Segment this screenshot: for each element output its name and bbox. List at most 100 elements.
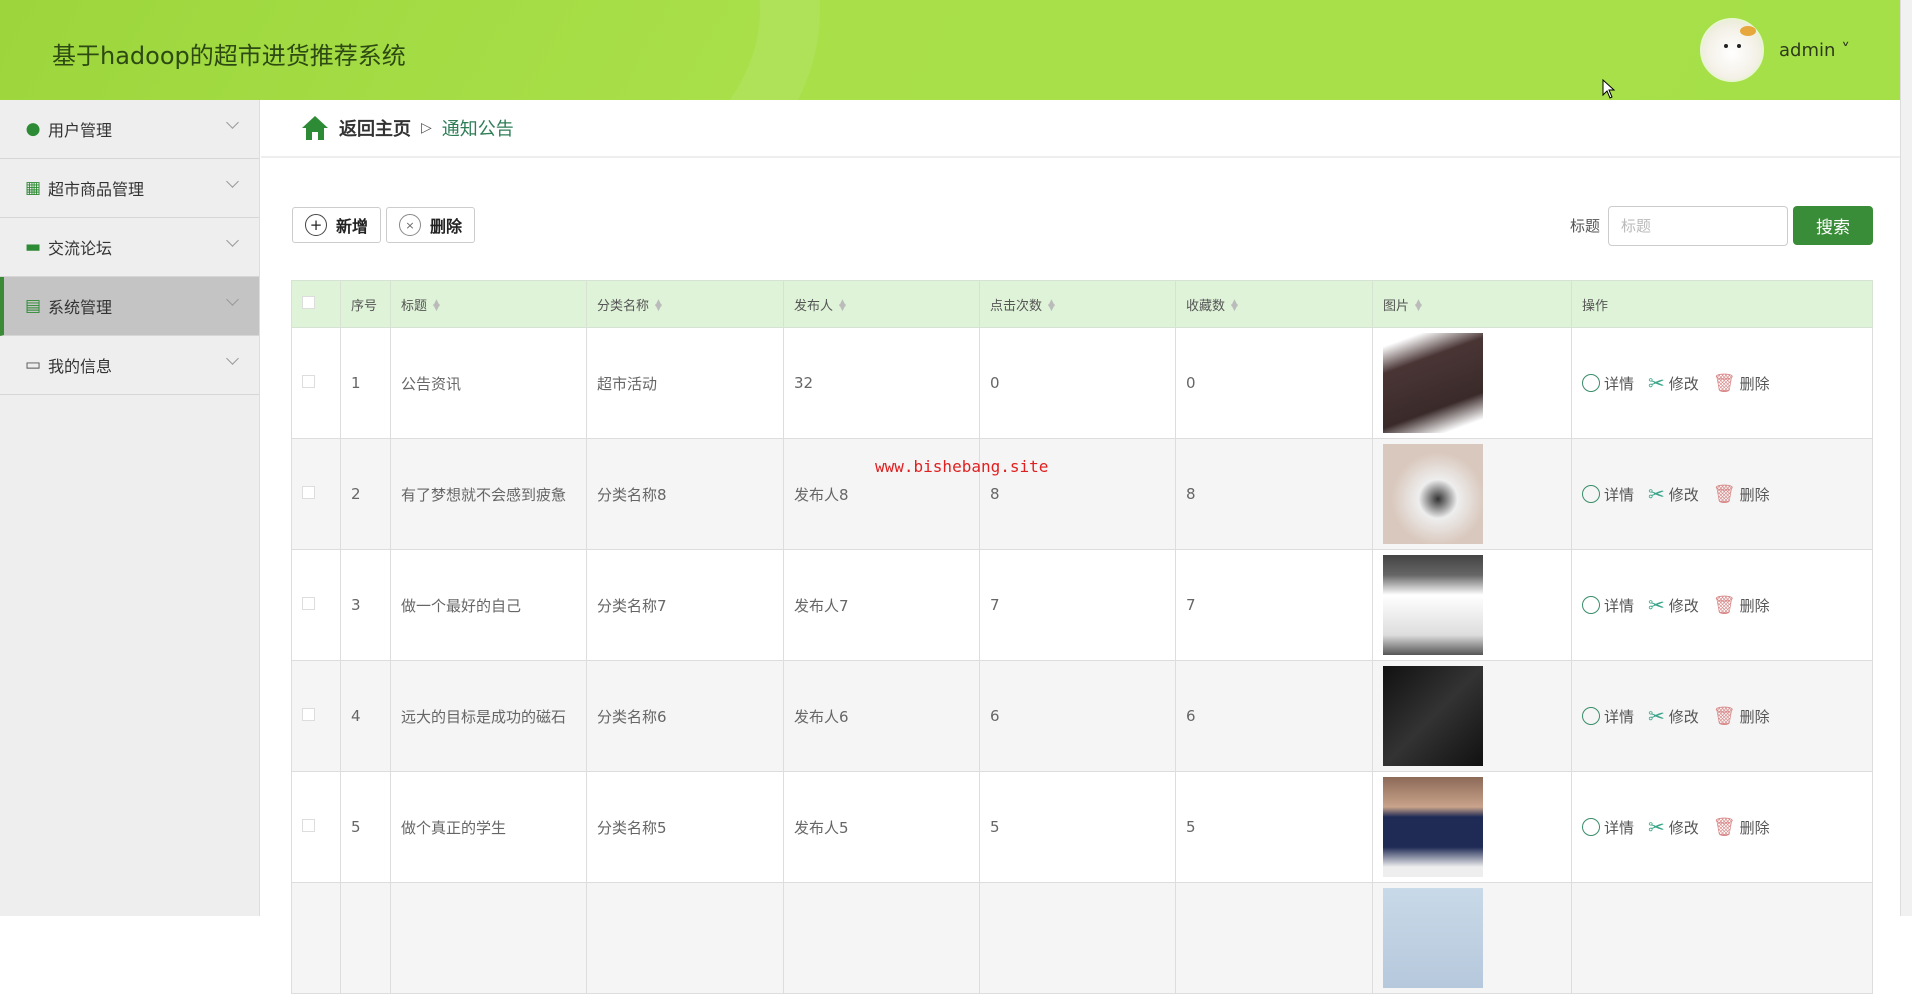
row-select-cell xyxy=(291,771,341,883)
trash-icon: 🗑 xyxy=(1712,816,1736,838)
add-button[interactable]: + 新增 xyxy=(292,207,382,243)
tools-icon: ✂ xyxy=(1648,371,1665,395)
cell-category: 分类名称6 xyxy=(586,660,784,772)
sort-icon[interactable]: ▲ ▼ xyxy=(1231,299,1238,313)
table-row: 3 做一个最好的自己 分类名称7 发布人7 7 7 详情 ✂ 修改 🗑 删除 xyxy=(291,549,1873,661)
sort-icon[interactable]: ▲ ▼ xyxy=(1048,299,1055,313)
delete-row-button[interactable]: 🗑 删除 xyxy=(1713,706,1770,727)
column-header-label: 分类名称 xyxy=(597,298,650,314)
sidebar-item-forum[interactable]: ▬ 交流论坛 xyxy=(0,218,259,277)
edit-button[interactable]: ✂ 修改 xyxy=(1648,593,1699,617)
delete-row-button[interactable]: 🗑 删除 xyxy=(1713,484,1770,505)
table-row: 1 公告资讯 超市活动 32 0 0 详情 ✂ 修改 🗑 删除 xyxy=(291,327,1873,439)
row-checkbox[interactable] xyxy=(302,375,315,388)
sidebar-item-label: 我的信息 xyxy=(48,357,113,376)
detail-button[interactable]: 详情 xyxy=(1582,373,1634,394)
sidebar-item-system-management[interactable]: ▤ 系统管理 xyxy=(0,277,259,336)
cell-publisher: 发布人8 xyxy=(783,438,980,550)
delete-button[interactable]: × 删除 xyxy=(386,207,476,243)
cell-clicks: 5 xyxy=(979,771,1176,883)
title-search-input[interactable] xyxy=(1608,206,1788,246)
detail-button[interactable]: 详情 xyxy=(1582,484,1634,505)
cell-no: 2 xyxy=(340,438,391,550)
column-header[interactable]: 收藏数 ▲ ▼ xyxy=(1175,280,1373,328)
cell-title: 远大的目标是成功的磁石 xyxy=(390,660,587,772)
cell-clicks: 6 xyxy=(979,660,1176,772)
home-icon[interactable] xyxy=(301,115,329,141)
cell-publisher: 发布人6 xyxy=(783,660,980,772)
product-image[interactable] xyxy=(1383,555,1483,655)
notice-table: 序号 标题 ▲ ▼ 分类名称 ▲ ▼ 发布人 ▲ ▼ 点击次数 ▲ ▼ 收藏数 ▲ ▼ 图片 ▲ ▼ 操… xyxy=(291,280,1873,994)
watermark: www.bishebang.site xyxy=(875,457,1049,476)
breadcrumb-home[interactable]: 返回主页 xyxy=(339,115,411,141)
sidebar-item-user-management[interactable]: ● 用户管理 xyxy=(0,100,259,159)
delete-row-button[interactable]: 🗑 删除 xyxy=(1713,595,1770,616)
sort-icon[interactable]: ▲ ▼ xyxy=(433,299,440,313)
cell-actions: 详情 ✂ 修改 🗑 删除 xyxy=(1571,660,1873,772)
select-all-cell xyxy=(291,280,341,328)
edit-button[interactable]: ✂ 修改 xyxy=(1648,482,1699,506)
cell-actions: 详情 ✂ 修改 🗑 删除 xyxy=(1571,549,1873,661)
product-image[interactable] xyxy=(1383,666,1483,766)
detail-label: 详情 xyxy=(1604,596,1635,615)
cell-favs: 8 xyxy=(1175,438,1373,550)
chevron-down-icon xyxy=(226,234,239,247)
row-checkbox[interactable] xyxy=(302,597,315,610)
delete-label: 删除 xyxy=(1739,707,1770,726)
delete-label: 删除 xyxy=(430,217,463,236)
detail-button[interactable]: 详情 xyxy=(1582,817,1634,838)
search-detail-icon xyxy=(1582,485,1600,503)
column-header[interactable]: 分类名称 ▲ ▼ xyxy=(586,280,784,328)
edit-button[interactable]: ✂ 修改 xyxy=(1648,371,1699,395)
detail-label: 详情 xyxy=(1604,485,1635,504)
user-menu[interactable]: admin ˅ xyxy=(1779,40,1850,61)
detail-button[interactable]: 详情 xyxy=(1582,706,1634,727)
detail-button[interactable]: 详情 xyxy=(1582,595,1634,616)
sort-icon[interactable]: ▲ ▼ xyxy=(655,299,662,313)
product-image[interactable] xyxy=(1383,777,1483,877)
sort-icon[interactable]: ▲ ▼ xyxy=(839,299,846,313)
sidebar-item-label: 用户管理 xyxy=(48,121,113,140)
column-header[interactable]: 标题 ▲ ▼ xyxy=(390,280,587,328)
chevron-down-icon xyxy=(226,352,239,365)
cell-actions xyxy=(1571,882,1873,994)
product-image[interactable] xyxy=(1383,888,1483,988)
sidebar-item-my-info[interactable]: ▭ 我的信息 xyxy=(0,336,259,395)
cell-category: 超市活动 xyxy=(586,327,784,439)
chevron-down-icon xyxy=(226,116,239,129)
detail-label: 详情 xyxy=(1604,818,1635,837)
select-all-checkbox[interactable] xyxy=(302,295,315,309)
close-circle-icon: × xyxy=(399,214,421,236)
cell-no: 3 xyxy=(340,549,391,661)
column-header[interactable]: 图片 ▲ ▼ xyxy=(1372,280,1572,328)
column-header[interactable]: 发布人 ▲ ▼ xyxy=(783,280,980,328)
edit-button[interactable]: ✂ 修改 xyxy=(1648,815,1699,839)
cell-favs: 6 xyxy=(1175,660,1373,772)
product-image[interactable] xyxy=(1383,444,1483,544)
row-checkbox[interactable] xyxy=(302,708,315,721)
chevron-down-icon xyxy=(226,175,239,188)
sidebar-item-goods-management[interactable]: ▦ 超市商品管理 xyxy=(0,159,259,218)
column-header: 序号 xyxy=(340,280,391,328)
scrollbar[interactable] xyxy=(1900,0,1912,916)
sort-icon[interactable]: ▲ ▼ xyxy=(1415,299,1422,313)
cell-favs: 5 xyxy=(1175,771,1373,883)
cell-clicks: 0 xyxy=(979,327,1176,439)
row-checkbox[interactable] xyxy=(302,486,315,499)
row-checkbox[interactable] xyxy=(302,819,315,832)
column-header-label: 图片 xyxy=(1383,298,1410,314)
edit-label: 修改 xyxy=(1668,596,1699,615)
avatar[interactable] xyxy=(1700,18,1764,82)
edit-button[interactable]: ✂ 修改 xyxy=(1648,704,1699,728)
sidebar-item-label: 系统管理 xyxy=(48,298,113,317)
delete-row-button[interactable]: 🗑 删除 xyxy=(1713,817,1770,838)
breadcrumb: 返回主页 ▷ 通知公告 xyxy=(261,100,1900,158)
cell-no: 4 xyxy=(340,660,391,772)
delete-row-button[interactable]: 🗑 删除 xyxy=(1713,373,1770,394)
column-header[interactable]: 点击次数 ▲ ▼ xyxy=(979,280,1176,328)
cell-publisher: 32 xyxy=(783,327,980,439)
product-image[interactable] xyxy=(1383,333,1483,433)
cell-no xyxy=(340,882,391,994)
table-row: 4 远大的目标是成功的磁石 分类名称6 发布人6 6 6 详情 ✂ 修改 🗑 删除 xyxy=(291,660,1873,772)
search-button[interactable]: 搜索 xyxy=(1793,206,1873,245)
